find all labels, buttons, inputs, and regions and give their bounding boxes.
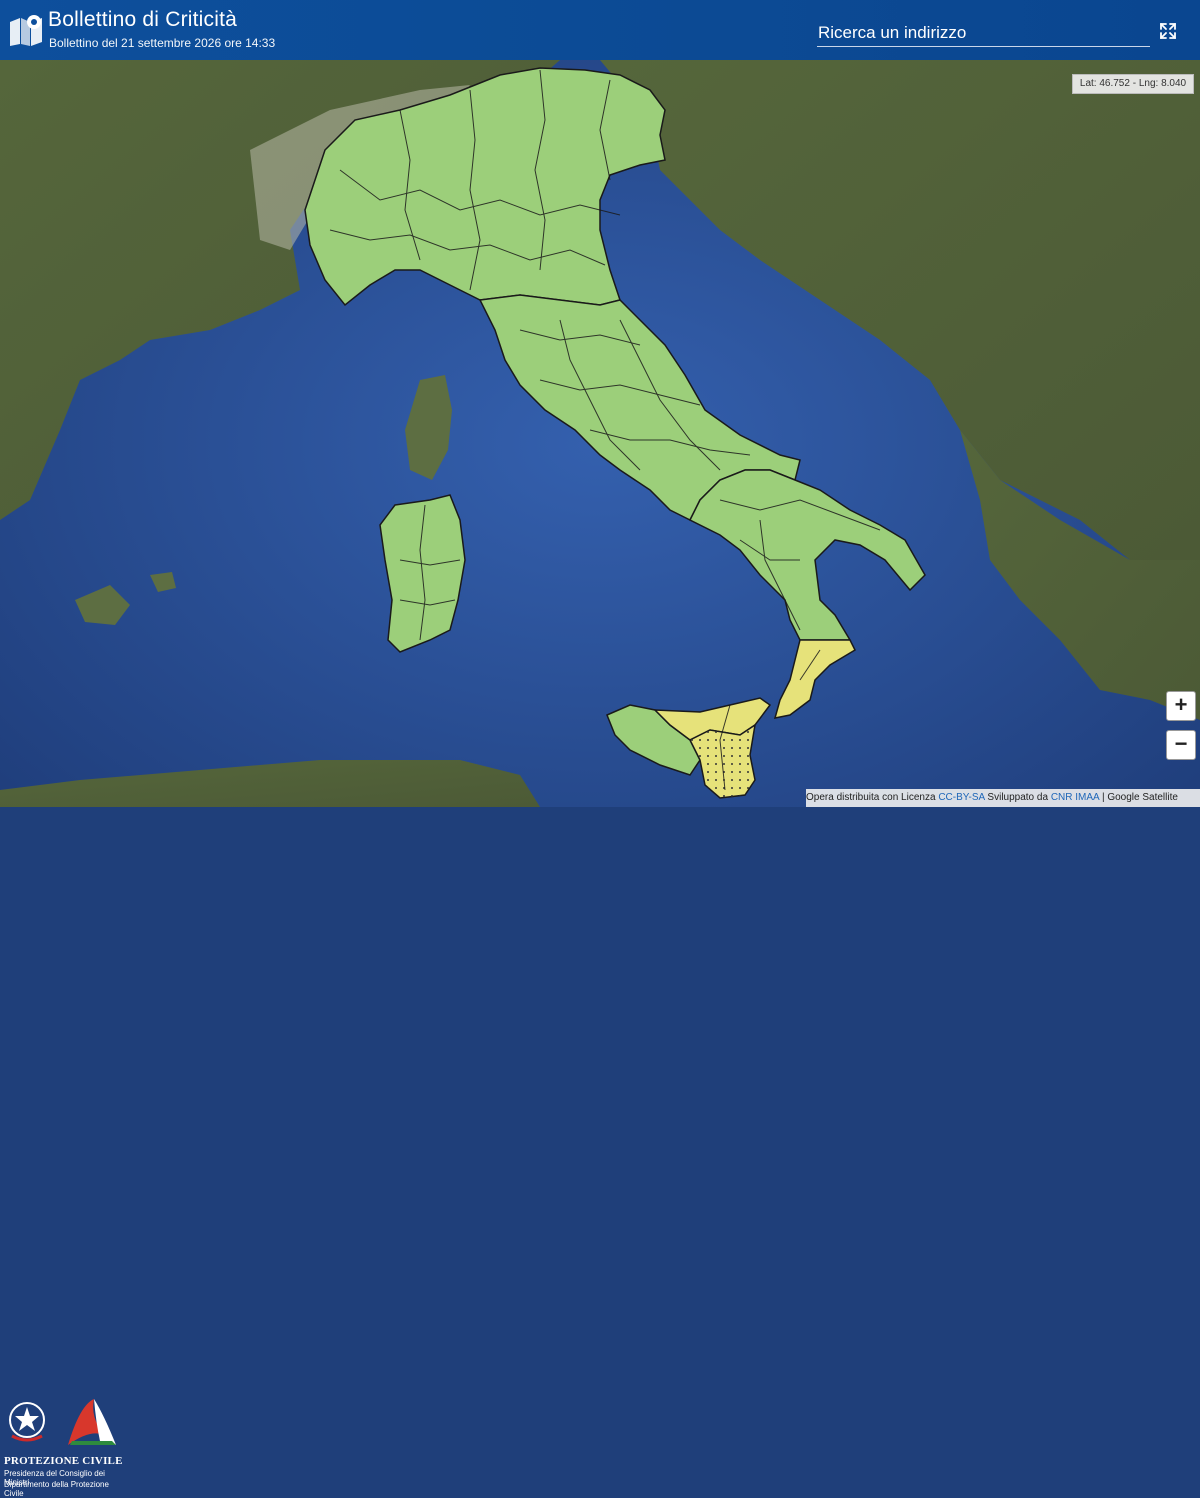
map-canvas[interactable]	[0, 0, 1200, 807]
search-placeholder: Ricerca un indirizzo	[818, 23, 967, 42]
coordinates-readout: Lat: 46.752 - Lng: 8.040	[1072, 74, 1194, 94]
address-search-input[interactable]: Ricerca un indirizzo	[817, 22, 1150, 47]
attribution-separator: |	[1101, 792, 1105, 803]
map-attribution: Opera distribuita con Licenza CC-BY-SA S…	[806, 789, 1200, 807]
top-bar: Bollettino di Criticità Bollettino del 2…	[0, 0, 1200, 60]
italian-emblem-icon	[9, 1402, 45, 1442]
map-pin-icon	[10, 15, 42, 46]
imagery-credit: Google Satellite	[1107, 792, 1178, 803]
license-link[interactable]: CC-BY-SA	[938, 792, 984, 803]
protezione-civile-logo-icon	[68, 1399, 116, 1445]
zoom-in-button[interactable]: +	[1166, 691, 1196, 721]
bulletin-date: Bollettino del 21 settembre 2026 ore 14:…	[49, 36, 276, 50]
brand-name: PROTEZIONE CIVILE	[4, 1455, 123, 1467]
zoom-out-button[interactable]: −	[1166, 730, 1196, 760]
fullscreen-icon[interactable]	[1157, 20, 1179, 42]
attribution-prefix: Opera distribuita con Licenza	[806, 792, 936, 803]
protezione-civile-brand: PROTEZIONE CIVILE Presidenza del Consigl…	[0, 695, 126, 1498]
page-title: Bollettino di Criticità	[48, 8, 238, 31]
developer-link[interactable]: CNR IMAA	[1051, 792, 1099, 803]
brand-line-2: Dipartimento della Protezione Civile	[4, 1480, 109, 1498]
attribution-developed-by: Sviluppato da	[987, 792, 1049, 803]
